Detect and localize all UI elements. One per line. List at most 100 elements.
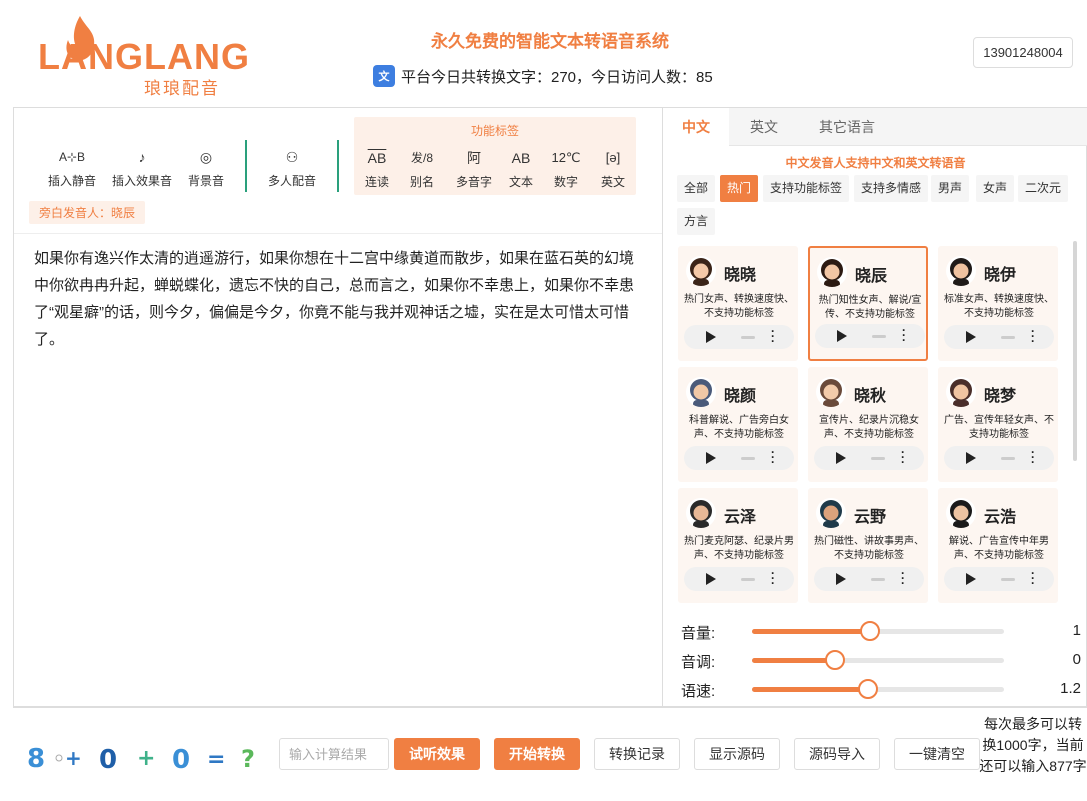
import-source-button[interactable]: 源码导入 <box>794 738 880 770</box>
voice-card[interactable]: 云浩 解说、广告宣传中年男声、不支持功能标签 · · · <box>938 488 1058 603</box>
play-icon[interactable] <box>966 331 976 343</box>
play-icon[interactable] <box>836 573 846 585</box>
progress-bar[interactable] <box>871 578 885 581</box>
voice-description: 热门磁性、讲故事男声、不支持功能标签 <box>814 536 924 561</box>
speed-slider[interactable]: 语速: 1.2 <box>681 678 1081 700</box>
pitch-value: 0 <box>1072 651 1081 668</box>
voice-card[interactable]: 晓晓 热门女声、转换速度快、不支持功能标签 · · · <box>678 246 798 361</box>
progress-bar[interactable] <box>1001 336 1015 339</box>
more-vertical-icon[interactable]: · · · <box>902 324 906 346</box>
pitch-knob[interactable] <box>825 650 846 670</box>
progress-bar[interactable] <box>741 336 755 339</box>
tag-liaison-button[interactable]: AB 连读 <box>362 147 392 190</box>
play-icon[interactable] <box>706 452 716 464</box>
tab-other-languages[interactable]: 其它语言 <box>799 108 895 146</box>
pitch-slider[interactable]: 音调: 0 <box>681 649 1081 671</box>
more-vertical-icon[interactable]: · · · <box>771 325 775 347</box>
voice-card[interactable]: 晓辰 热门知性女声、解说/宣传、不支持功能标签 · · · <box>808 246 928 361</box>
speed-track[interactable] <box>752 679 1004 699</box>
filter-dialect[interactable]: 方言 <box>677 208 716 235</box>
captcha-graphic: 8 + 0 + 0 = ? <box>27 744 255 775</box>
site-title: 永久免费的智能文本转语音系统 <box>431 32 669 51</box>
voice-card[interactable]: 晓伊 标准女声、转换速度快、不支持功能标签 · · · <box>938 246 1058 361</box>
clear-all-button[interactable]: 一键清空 <box>894 738 980 770</box>
progress-bar[interactable] <box>741 457 755 460</box>
progress-bar[interactable] <box>871 457 885 460</box>
phonetic-icon: [ə] <box>605 150 621 165</box>
voice-player: · · · <box>944 325 1054 349</box>
logo-text: LANGLANG <box>38 36 250 77</box>
male-avatar-3-icon <box>946 498 976 528</box>
text-editor[interactable]: 如果你有逸兴作太清的逍遥游行，如果你想在十二宫中缘黄道而散步，如果在蓝石英的幻境… <box>34 245 634 353</box>
more-vertical-icon[interactable]: · · · <box>1031 325 1035 347</box>
avatar <box>686 377 716 407</box>
voice-name: 云野 <box>854 509 887 526</box>
progress-bar[interactable] <box>872 335 886 338</box>
volume-slider[interactable]: 音量: 1 <box>681 620 1081 642</box>
play-icon[interactable] <box>836 452 846 464</box>
start-convert-button[interactable]: 开始转换 <box>494 738 580 770</box>
more-vertical-icon[interactable]: · · · <box>901 567 905 589</box>
background-sound-label: 背景音 <box>187 174 224 188</box>
play-icon[interactable] <box>706 573 716 585</box>
filter-all[interactable]: 全部 <box>677 175 716 202</box>
filter-female[interactable]: 女声 <box>976 175 1015 202</box>
voice-card[interactable]: 晓梦 广告、宣传年轻女声、不支持功能标签 · · · <box>938 367 1058 482</box>
avatar <box>946 377 976 407</box>
stats-text: 平台今日共转换文字：270，今日访问人数：85 <box>401 68 713 86</box>
tag-english-button[interactable]: [ə] 英文 <box>598 147 628 190</box>
progress-bar[interactable] <box>1001 578 1015 581</box>
more-vertical-icon[interactable]: · · · <box>771 567 775 589</box>
tag-alias-button[interactable]: 发/8 别名 <box>407 147 437 190</box>
tag-english-label: 英文 <box>600 175 625 189</box>
progress-bar[interactable] <box>741 578 755 581</box>
voice-card[interactable]: 云野热门磁性、讲故事男声、不支持功能标签 · · · <box>808 488 928 603</box>
volume-label: 音量: <box>681 625 716 642</box>
progress-bar[interactable] <box>1001 457 1015 460</box>
voice-card[interactable]: 晓颜 科普解说、广告旁白女声、不支持功能标签 · · · <box>678 367 798 482</box>
play-icon[interactable] <box>966 573 976 585</box>
tag-number-button[interactable]: 12℃ 数字 <box>551 147 581 190</box>
avatar <box>816 498 846 528</box>
user-account[interactable]: 13901248004 <box>973 37 1073 68</box>
filter-hot[interactable]: 热门 <box>720 175 759 202</box>
play-icon[interactable] <box>837 330 847 342</box>
history-button[interactable]: 转换记录 <box>594 738 680 770</box>
filter-male[interactable]: 男声 <box>931 175 970 202</box>
scrollbar[interactable] <box>1073 241 1077 461</box>
avatar <box>686 498 716 528</box>
multi-voice-button[interactable]: ⚇ 多人配音 <box>266 146 318 189</box>
female-avatar-5-icon <box>816 377 846 407</box>
captcha-answer-input[interactable] <box>279 738 389 770</box>
volume-track[interactable] <box>752 621 1004 641</box>
tag-polyphone-button[interactable]: 阿 多音字 <box>454 147 494 190</box>
play-icon[interactable] <box>706 331 716 343</box>
filter-multi-emotion[interactable]: 支持多情感 <box>854 175 929 202</box>
play-icon[interactable] <box>966 452 976 464</box>
volume-knob[interactable] <box>860 621 881 641</box>
pitch-track[interactable] <box>752 650 1004 670</box>
filter-anime[interactable]: 二次元 <box>1018 175 1069 202</box>
voice-card[interactable]: 云泽 热门麦克阿瑟、纪录片男声、不支持功能标签 · · · <box>678 488 798 603</box>
more-vertical-icon[interactable]: · · · <box>1031 446 1035 468</box>
toolbar-divider <box>337 140 339 192</box>
insert-silence-button[interactable]: A⊹B 插入静音 <box>46 146 98 189</box>
speed-knob[interactable] <box>857 679 878 699</box>
insert-effect-button[interactable]: ♪ 插入效果音 <box>110 146 174 189</box>
filter-function-tags[interactable]: 支持功能标签 <box>763 175 850 202</box>
toolbar: A⊹B 插入静音 ♪ 插入效果音 ◎ 背景音 ⚇ 多人配音 功能标签 AB 连读… <box>14 108 662 234</box>
preview-button[interactable]: 试听效果 <box>394 738 480 770</box>
more-vertical-icon[interactable]: · · · <box>771 446 775 468</box>
background-sound-button[interactable]: ◎ 背景音 <box>186 146 226 189</box>
multi-voice-label: 多人配音 <box>267 174 316 188</box>
voice-card[interactable]: 晓秋 宣传片、纪录片沉稳女声、不支持功能标签 · · · <box>808 367 928 482</box>
more-vertical-icon[interactable]: · · · <box>1031 567 1035 589</box>
voice-description: 热门女声、转换速度快、不支持功能标签 <box>684 294 794 319</box>
narrator-tag[interactable]: 旁白发音人：晓辰 <box>29 201 146 224</box>
tab-chinese[interactable]: 中文 <box>663 108 729 146</box>
more-vertical-icon[interactable]: · · · <box>901 446 905 468</box>
tab-english[interactable]: 英文 <box>729 108 799 146</box>
voice-name: 晓秋 <box>854 388 887 405</box>
tag-text-button[interactable]: AB 文本 <box>508 147 534 190</box>
show-source-button[interactable]: 显示源码 <box>694 738 780 770</box>
